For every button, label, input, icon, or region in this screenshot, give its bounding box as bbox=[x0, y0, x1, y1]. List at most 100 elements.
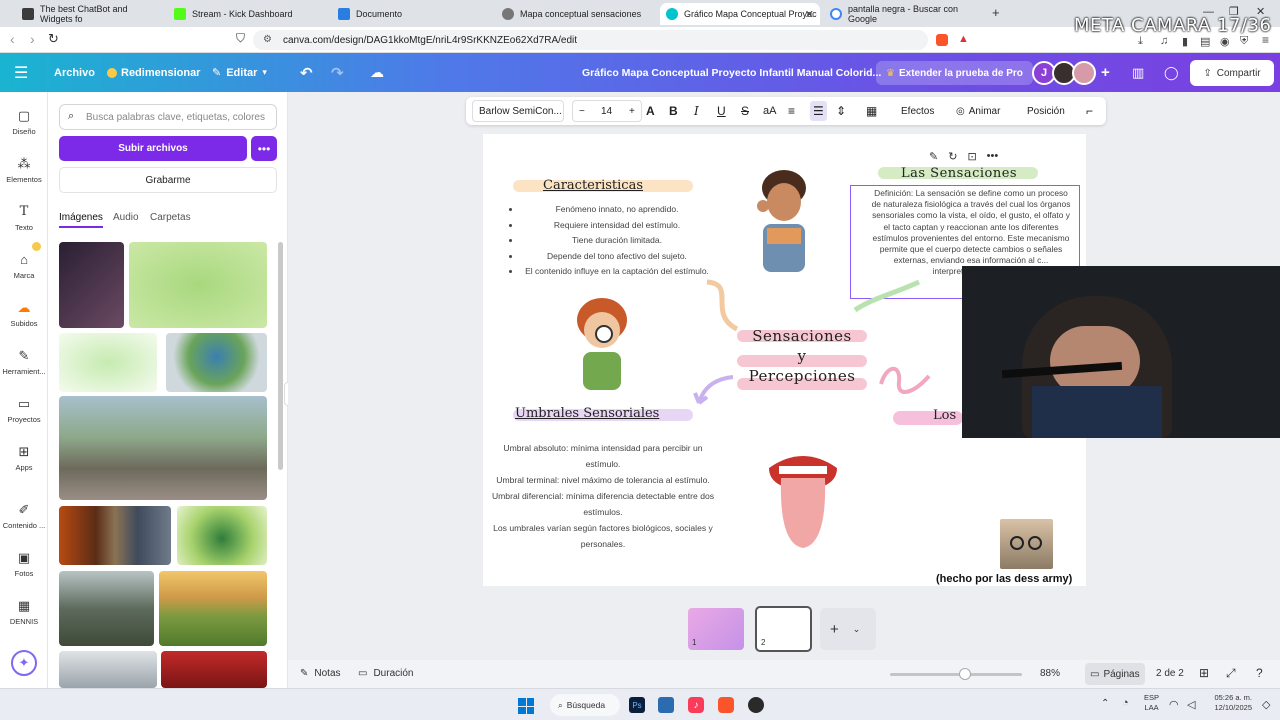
uploaded-image[interactable] bbox=[59, 333, 157, 392]
rotate-icon[interactable]: ↻ bbox=[948, 150, 957, 163]
browser-tab[interactable]: Documento bbox=[332, 3, 487, 25]
wifi-icon[interactable]: ◠ bbox=[1169, 698, 1179, 711]
heading-caracteristicas[interactable]: Caracteristicas bbox=[543, 178, 643, 193]
add-collaborator-icon[interactable]: + bbox=[1101, 53, 1110, 92]
magic-edit-icon[interactable]: ✎ bbox=[929, 150, 938, 163]
show-hidden-icons[interactable]: ⌃ bbox=[1101, 698, 1109, 709]
uploaded-image[interactable] bbox=[161, 651, 267, 688]
credit-text[interactable]: (hecho por las dess army) bbox=[936, 573, 1072, 585]
profile-icon[interactable]: ◉ bbox=[1220, 35, 1230, 48]
clock[interactable]: 05:26 a. m. 12/10/2025 bbox=[1208, 693, 1252, 713]
uploaded-image[interactable] bbox=[159, 571, 267, 646]
lock-icon[interactable]: ⊡ bbox=[967, 150, 976, 163]
taskbar-search[interactable]: ⌕ Búsqueda bbox=[550, 694, 620, 716]
add-page-button[interactable]: + ⌄ bbox=[820, 608, 876, 650]
browser-tab-active[interactable]: Gráfico Mapa Conceptual Proyec ✕ bbox=[660, 3, 820, 25]
document-title[interactable]: Gráfico Mapa Conceptual Proyecto Infanti… bbox=[582, 53, 881, 92]
strikethrough-icon[interactable]: S bbox=[741, 97, 749, 125]
fullscreen-icon[interactable]: ⤢ bbox=[1226, 666, 1236, 681]
share-button[interactable]: ⇪ Compartir bbox=[1190, 60, 1274, 86]
brave-shield-icon[interactable] bbox=[936, 34, 948, 46]
undo-icon[interactable]: ↶ bbox=[300, 53, 313, 92]
list-icon[interactable]: ☰ bbox=[810, 101, 827, 121]
letter-case-icon[interactable]: aA bbox=[763, 97, 776, 125]
uploaded-image[interactable] bbox=[59, 651, 157, 688]
tongue-illustration[interactable] bbox=[765, 448, 841, 552]
uploaded-image[interactable] bbox=[59, 506, 171, 565]
brave-browser-icon[interactable] bbox=[718, 697, 734, 713]
zoom-slider-handle[interactable] bbox=[959, 668, 971, 680]
site-info-icon[interactable]: ⚙ bbox=[263, 34, 272, 45]
bold-icon[interactable]: B bbox=[669, 97, 678, 125]
file-menu[interactable]: Archivo bbox=[54, 53, 95, 92]
underline-icon[interactable]: U bbox=[717, 97, 726, 125]
forward-icon[interactable]: › bbox=[30, 31, 35, 47]
avatar[interactable] bbox=[1072, 61, 1096, 85]
wallet-icon[interactable]: ▤ bbox=[1200, 35, 1210, 48]
more-icon[interactable]: ••• bbox=[987, 150, 999, 163]
store-icon[interactable] bbox=[658, 697, 674, 713]
animate-button[interactable]: ◎ Animar bbox=[956, 97, 1000, 125]
bookmark-icon[interactable]: ⛉ bbox=[236, 31, 245, 46]
zoom-slider[interactable] bbox=[890, 668, 1022, 680]
uploaded-image[interactable] bbox=[59, 571, 154, 646]
back-icon[interactable]: ‹ bbox=[10, 31, 15, 47]
rail-item-dennis[interactable]: ▦ DENNIS bbox=[0, 598, 48, 626]
font-select[interactable]: Barlow SemiCon... bbox=[472, 100, 564, 122]
browser-tab[interactable]: pantalla negra - Buscar con Google bbox=[824, 3, 984, 25]
sidebar-icon[interactable]: ▮ bbox=[1182, 35, 1188, 48]
page-thumbnail-active[interactable]: 2 bbox=[755, 606, 812, 652]
upload-files-button[interactable]: Subir archivos bbox=[59, 136, 247, 161]
copy-style-icon[interactable]: ⌐ bbox=[1086, 97, 1093, 125]
extensions-icon[interactable]: ⤓ bbox=[1138, 35, 1143, 48]
help-icon[interactable]: ? bbox=[1256, 666, 1263, 680]
notifications-icon[interactable]: ◇ bbox=[1262, 698, 1270, 711]
more-options-icon[interactable]: ••• bbox=[251, 136, 277, 161]
url-field[interactable]: ⚙ canva.com/design/DAG1kkoMtgE/nriL4r9Sr… bbox=[253, 30, 928, 50]
rail-item-apps[interactable]: ⊞ Apps bbox=[0, 444, 48, 472]
windows-start-icon[interactable] bbox=[518, 698, 534, 714]
tab-audio[interactable]: Audio bbox=[113, 212, 139, 223]
rail-item-elements[interactable]: ⁂ Elementos bbox=[0, 156, 48, 184]
search-input[interactable]: ⌕ Busca palabras clave, etiquetas, color… bbox=[59, 104, 277, 130]
cat-sticker[interactable] bbox=[1000, 519, 1053, 569]
browser-tab[interactable]: Stream - Kick Dashboard bbox=[168, 3, 323, 25]
hamburger-menu-icon[interactable]: ☰ bbox=[14, 53, 28, 92]
browser-tab[interactable]: Mapa conceptual sensaciones bbox=[496, 3, 651, 25]
music-icon[interactable]: ♫ bbox=[1160, 35, 1168, 47]
network-icon[interactable]: ◔ bbox=[1122, 697, 1129, 709]
heading-los-partial[interactable]: Los bbox=[933, 408, 956, 423]
child-listening-illustration[interactable] bbox=[741, 166, 827, 278]
duration-button[interactable]: ▭ Duración bbox=[358, 668, 413, 679]
music-app-icon[interactable]: ♪ bbox=[688, 697, 704, 713]
rail-item-tools[interactable]: ✎ Herramient... bbox=[0, 348, 48, 376]
edit-menu[interactable]: ✎ Editar ▾ bbox=[212, 53, 267, 92]
rail-item-text[interactable]: T Texto bbox=[0, 204, 48, 232]
notes-button[interactable]: ✎ Notas bbox=[300, 668, 341, 679]
browser-tab[interactable]: The best ChatBot and Widgets fo bbox=[16, 3, 160, 25]
pages-button[interactable]: ▭ Páginas bbox=[1085, 663, 1145, 685]
font-size-stepper[interactable]: − 14 + bbox=[572, 100, 642, 122]
resize-button[interactable]: Redimensionar bbox=[107, 53, 200, 92]
text-color-icon[interactable]: A bbox=[646, 97, 655, 125]
uploaded-image[interactable] bbox=[177, 506, 267, 565]
uploaded-image[interactable] bbox=[59, 396, 267, 500]
grid-view-icon[interactable]: ⊞ bbox=[1199, 666, 1209, 680]
uploaded-image[interactable] bbox=[59, 242, 124, 328]
zoom-value[interactable]: 88% bbox=[1040, 668, 1060, 679]
tab-images[interactable]: Imágenes bbox=[59, 212, 103, 228]
rail-item-photos[interactable]: ▣ Fotos bbox=[0, 550, 48, 578]
rail-item-design[interactable]: ▢ Diseño bbox=[0, 108, 48, 136]
definition-text[interactable]: Definición: La sensación se define como … bbox=[851, 186, 1079, 278]
umbrales-text[interactable]: Umbral absoluto: mínima intensidad para … bbox=[491, 440, 715, 552]
rail-item-brand[interactable]: ⌂ Marca bbox=[0, 252, 48, 280]
magic-ai-icon[interactable]: ✦ bbox=[11, 650, 37, 676]
rewards-icon[interactable]: ▲ bbox=[958, 33, 969, 45]
photoshop-icon[interactable]: Ps bbox=[629, 697, 645, 713]
position-button[interactable]: Posición bbox=[1027, 97, 1065, 125]
effects-button[interactable]: Efectos bbox=[901, 97, 934, 125]
rail-item-uploads[interactable]: ☁ Subidos bbox=[0, 300, 48, 328]
central-title[interactable]: Sensaciones y Percepciones bbox=[737, 326, 867, 386]
decrease-size-icon[interactable]: − bbox=[579, 106, 585, 117]
caracteristicas-list[interactable]: Fenómeno innato, no aprendido. Requiere … bbox=[513, 202, 713, 280]
